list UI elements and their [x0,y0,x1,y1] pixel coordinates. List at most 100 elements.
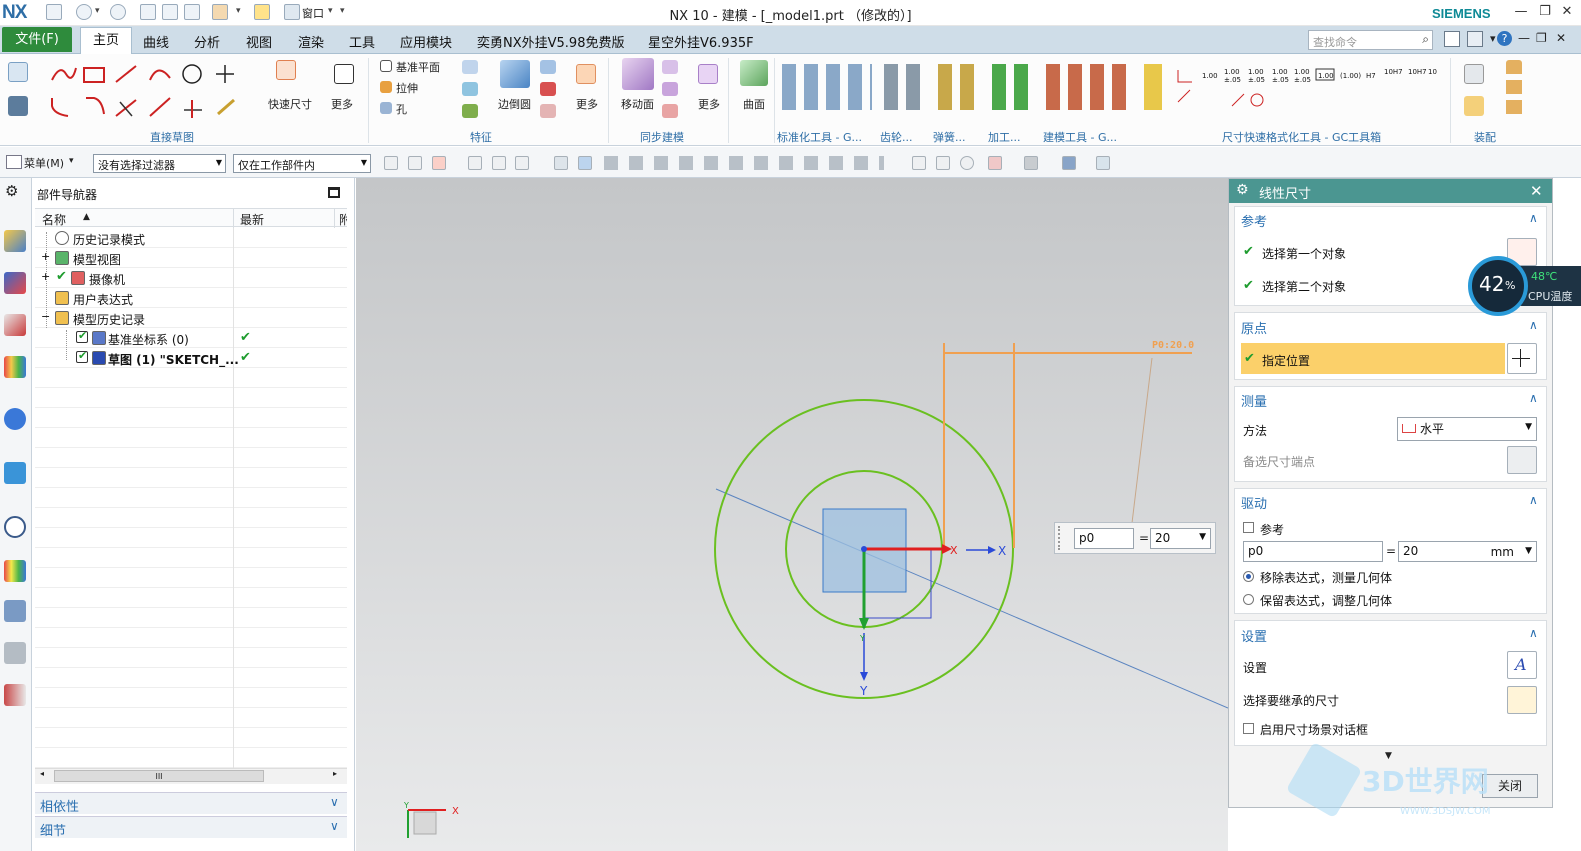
origin-tool-icon[interactable] [1507,343,1537,374]
column-name[interactable]: 名称 [42,211,66,228]
dimension-value-field[interactable]: 20 mm ▼ [1398,541,1537,562]
delete-face-icon[interactable] [662,104,678,118]
column-dependency[interactable]: 附 [339,211,347,228]
rectangle-select-icon[interactable] [515,156,529,170]
tree-item-label[interactable]: 历史记录模式 [73,231,145,248]
pull-face-icon[interactable] [662,60,678,74]
window-tile-icon[interactable] [1467,31,1483,47]
build-tools-icons[interactable] [1046,64,1132,110]
sort-ascending-icon[interactable]: ▲ [83,212,90,222]
surface-icon[interactable] [740,60,768,86]
more-feature-icon[interactable] [576,64,596,84]
layer-icon[interactable] [1096,156,1110,170]
face-select-icon[interactable] [578,156,592,170]
ribbon-minimize-icon[interactable]: — [1518,31,1530,45]
visibility-checkbox[interactable]: ✔ [76,329,88,343]
draft-icon[interactable] [540,104,556,118]
tree-item-label[interactable]: 草图 (1) "SKETCH_... [108,351,239,368]
offset-region-icon[interactable] [662,82,678,96]
tree-item-label[interactable]: 摄像机 [89,271,125,288]
close-icon[interactable]: ✕ [1530,182,1543,200]
drag-handle[interactable] [1058,526,1064,550]
select-all-icon[interactable] [492,156,506,170]
system-materials-icon[interactable] [4,560,26,582]
process-studio-icon[interactable] [4,600,26,622]
menu-dropdown-icon[interactable]: ▾ [69,156,74,166]
alternate-endpoint-icon[interactable] [1507,446,1537,474]
more-sketch-label[interactable]: 更多 [331,96,353,112]
gear-icon[interactable]: ⚙ [5,182,18,200]
snap-icon[interactable] [384,156,398,170]
datum-plane-label[interactable]: 基准平面 [396,59,440,75]
edge-blend-label[interactable]: 边倒圆 [498,96,531,112]
close-button[interactable]: 关闭 [1482,774,1538,798]
onscreen-expression-name[interactable]: p0 [1074,528,1134,549]
gear-icon[interactable]: ⚙ [1236,182,1249,198]
restore-icon[interactable]: ❐ [1534,2,1556,22]
select-second-object[interactable]: 选择第二个对象 [1262,278,1346,295]
expression-name-field[interactable]: p0 [1243,541,1383,562]
subtract-icon[interactable] [462,82,478,96]
origin-header[interactable]: 原点 [1241,318,1267,337]
reference-checkbox[interactable] [1243,522,1254,533]
assembly-icon[interactable] [1464,64,1484,84]
constraint-navigator-icon[interactable] [4,272,26,294]
tree-item-label[interactable]: 基准坐标系 (0) [108,331,189,348]
settings-header[interactable]: 设置 [1241,626,1267,645]
chamfer-icon[interactable] [540,60,556,74]
chevron-up-icon[interactable]: ∧ [1529,318,1538,332]
chevron-down-icon[interactable]: ∨ [330,795,339,809]
close-icon[interactable]: ✕ [1556,2,1578,22]
column-latest[interactable]: 最新 [240,211,264,228]
select-features-icon[interactable] [468,156,482,170]
extrude-label[interactable]: 拉伸 [396,80,418,96]
search-icon[interactable]: ⌕ [1422,32,1429,47]
onscreen-value-field[interactable]: 20 ▼ [1150,528,1211,549]
extrude-icon[interactable] [380,81,392,93]
finish-sketch-icon[interactable] [8,96,28,116]
move-face-label[interactable]: 移动面 [621,96,654,112]
tree-item-label[interactable]: 模型视图 [73,251,121,268]
machining-tools-icons[interactable] [992,64,1036,110]
command-search-input[interactable]: 查找命令 ⌕ [1308,30,1433,50]
scene-dialog-checkbox[interactable] [1243,723,1254,734]
scroll-thumb[interactable]: III [54,770,264,782]
add-component-icon[interactable] [1464,96,1484,116]
options-dropdown-icon[interactable]: ▾ [1490,32,1496,45]
file-tab[interactable]: 文件(F) [2,27,72,52]
more-feature-label[interactable]: 更多 [576,96,598,112]
hole-label[interactable]: 孔 [396,101,407,117]
cube-view-icon[interactable] [1062,156,1076,170]
sketch-icon[interactable] [8,62,28,82]
hd3d-tools-icon[interactable] [4,408,26,430]
tab-view[interactable]: 视图 [246,32,272,51]
datum-plane-icon[interactable] [380,60,392,72]
history-icon[interactable] [4,516,26,538]
edge-blend-icon[interactable] [500,60,530,88]
chevron-up-icon[interactable]: ∧ [1529,626,1538,640]
ribbon-close-icon[interactable]: ✕ [1556,31,1566,45]
inherit-dimension-icon[interactable] [1507,686,1537,714]
unite-icon[interactable] [462,60,478,74]
measure-header[interactable]: 测量 [1241,391,1267,410]
tab-yiyong-plugin[interactable]: 奕勇NX外挂V5.98免费版 [477,32,624,51]
display-icon[interactable] [988,156,1002,170]
dimension-lines[interactable] [943,343,1192,548]
specify-location[interactable]: 指定位置 [1262,352,1310,369]
move-face-icon[interactable] [622,58,654,90]
scroll-right-icon[interactable]: ▸ [333,769,337,778]
remove-expression-radio[interactable] [1243,571,1254,582]
chevron-up-icon[interactable]: ∧ [1529,493,1538,507]
tree-item-label[interactable]: 模型历史记录 [73,311,145,328]
chevron-up-icon[interactable]: ∧ [1529,391,1538,405]
snap-point-icons[interactable] [604,156,884,170]
scroll-left-icon[interactable]: ◂ [40,769,44,778]
method-select[interactable]: 水平 ▼ [1397,417,1537,441]
quick-dimension-label[interactable]: 快速尺寸 [268,96,312,112]
assembly-navigator-icon[interactable] [4,230,26,252]
reference-header[interactable]: 参考 [1241,211,1267,230]
sketch-geometry[interactable]: X X Y Y P0:20.0 X Y [356,178,1228,851]
gear-tools-icons[interactable] [884,64,924,110]
maximize-icon[interactable] [328,187,340,198]
details-panel-title[interactable]: 细节 [40,820,66,839]
